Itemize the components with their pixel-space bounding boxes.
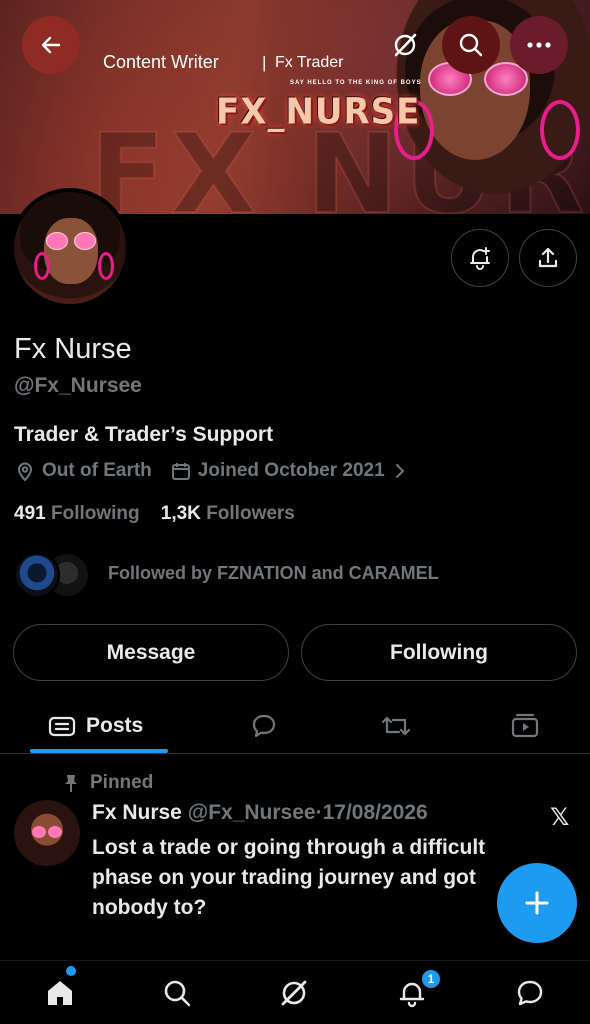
arrow-left-icon bbox=[41, 36, 61, 54]
pin-icon bbox=[65, 775, 77, 792]
grok-icon bbox=[281, 980, 307, 1006]
tab-media[interactable] bbox=[510, 698, 540, 754]
chat-icon bbox=[517, 980, 543, 1006]
bell-plus-icon bbox=[470, 247, 490, 270]
follower-avatar-fznation[interactable] bbox=[14, 552, 60, 598]
avatar-glasses-right bbox=[74, 232, 96, 250]
banner-title-right: Fx Trader bbox=[275, 54, 344, 71]
tab-replies[interactable] bbox=[250, 698, 278, 754]
tab-posts-label: Posts bbox=[86, 714, 144, 737]
share-icon bbox=[538, 247, 558, 268]
more-button[interactable] bbox=[510, 16, 568, 74]
repost-icon bbox=[381, 716, 411, 736]
profile-tabs: Posts bbox=[0, 698, 590, 754]
bottom-navigation bbox=[0, 960, 590, 1024]
profile-handle: @Fx_Nursee bbox=[14, 374, 142, 397]
banner-title-left: Content Writer bbox=[103, 52, 219, 72]
avatar-earring-right bbox=[98, 252, 114, 280]
post-author-avatar[interactable] bbox=[14, 800, 80, 866]
profile-location: Out of Earth bbox=[42, 460, 152, 481]
following-link[interactable]: 491 Following bbox=[14, 503, 140, 524]
reply-icon bbox=[252, 714, 276, 738]
post-separator: · bbox=[315, 801, 323, 824]
profile-joined: Joined October 2021 bbox=[197, 460, 385, 481]
posts-icon bbox=[48, 716, 76, 737]
followers-link[interactable]: 1,3K Followers bbox=[161, 503, 295, 524]
post-author-handle[interactable]: @Fx_Nursee bbox=[188, 801, 316, 824]
profile-bio: Trader & Trader’s Support bbox=[14, 423, 274, 446]
media-icon bbox=[511, 713, 539, 738]
banner-logo: FX_NURSE bbox=[216, 91, 421, 133]
avatar-earring-left bbox=[34, 252, 50, 280]
pinned-indicator: Pinned bbox=[62, 772, 153, 794]
profile-stats: 491 Following 1,3K Followers bbox=[14, 503, 295, 525]
following-button[interactable]: Following bbox=[301, 624, 577, 681]
avatar-face bbox=[44, 218, 98, 284]
chevron-right-icon[interactable] bbox=[391, 462, 409, 480]
followed-by-text[interactable]: Followed by FZNATION and CARAMEL bbox=[108, 563, 439, 584]
profile-banner[interactable]: FX NURSE Content Writer | Fx Trader SAY … bbox=[0, 0, 590, 214]
notifications-badge: 1 bbox=[420, 968, 442, 990]
post-author-name[interactable]: Fx Nurse bbox=[92, 801, 182, 824]
search-button[interactable] bbox=[442, 16, 500, 74]
compose-button[interactable] bbox=[497, 863, 577, 943]
search-icon bbox=[164, 980, 191, 1007]
profile-meta: Out of Earth Joined October 2021 bbox=[14, 460, 415, 482]
post-header: Fx Nurse @Fx_Nursee·17/08/2026 bbox=[92, 801, 428, 825]
message-button[interactable]: Message bbox=[13, 624, 289, 681]
back-button[interactable] bbox=[22, 16, 80, 74]
location-icon bbox=[17, 462, 33, 482]
nav-home[interactable] bbox=[38, 971, 82, 1015]
x-logo-icon: 𝕏 bbox=[550, 804, 570, 831]
tab-reposts[interactable] bbox=[380, 698, 412, 754]
post-date[interactable]: 17/08/2026 bbox=[323, 801, 428, 824]
profile-name: Fx Nurse bbox=[14, 333, 132, 365]
search-icon bbox=[459, 33, 483, 57]
banner-separator: | bbox=[262, 53, 267, 72]
nav-grok[interactable] bbox=[272, 971, 316, 1015]
calendar-icon bbox=[171, 463, 190, 480]
tab-posts[interactable]: Posts bbox=[48, 698, 143, 754]
post-avatar-glasses-right bbox=[48, 826, 62, 838]
nav-messages[interactable] bbox=[508, 971, 552, 1015]
home-icon bbox=[48, 981, 72, 1005]
nav-search[interactable] bbox=[155, 971, 199, 1015]
active-tab-indicator bbox=[30, 749, 168, 753]
notify-button[interactable] bbox=[451, 229, 509, 287]
post-avatar-glasses-left bbox=[32, 826, 46, 838]
home-unread-dot bbox=[66, 966, 76, 976]
avatar-glasses-left bbox=[46, 232, 68, 250]
post-text[interactable]: Lost a trade or going through a difficul… bbox=[92, 833, 502, 923]
illustration-earring-right bbox=[540, 100, 580, 160]
plus-icon bbox=[525, 891, 549, 915]
banner-tagline: SAY HELLO TO THE KING OF BOYS bbox=[290, 80, 422, 86]
grok-button[interactable] bbox=[390, 30, 420, 65]
profile-avatar[interactable] bbox=[10, 188, 130, 308]
share-button[interactable] bbox=[519, 229, 577, 287]
more-horizontal-icon bbox=[527, 42, 551, 48]
grok-icon bbox=[394, 33, 417, 57]
